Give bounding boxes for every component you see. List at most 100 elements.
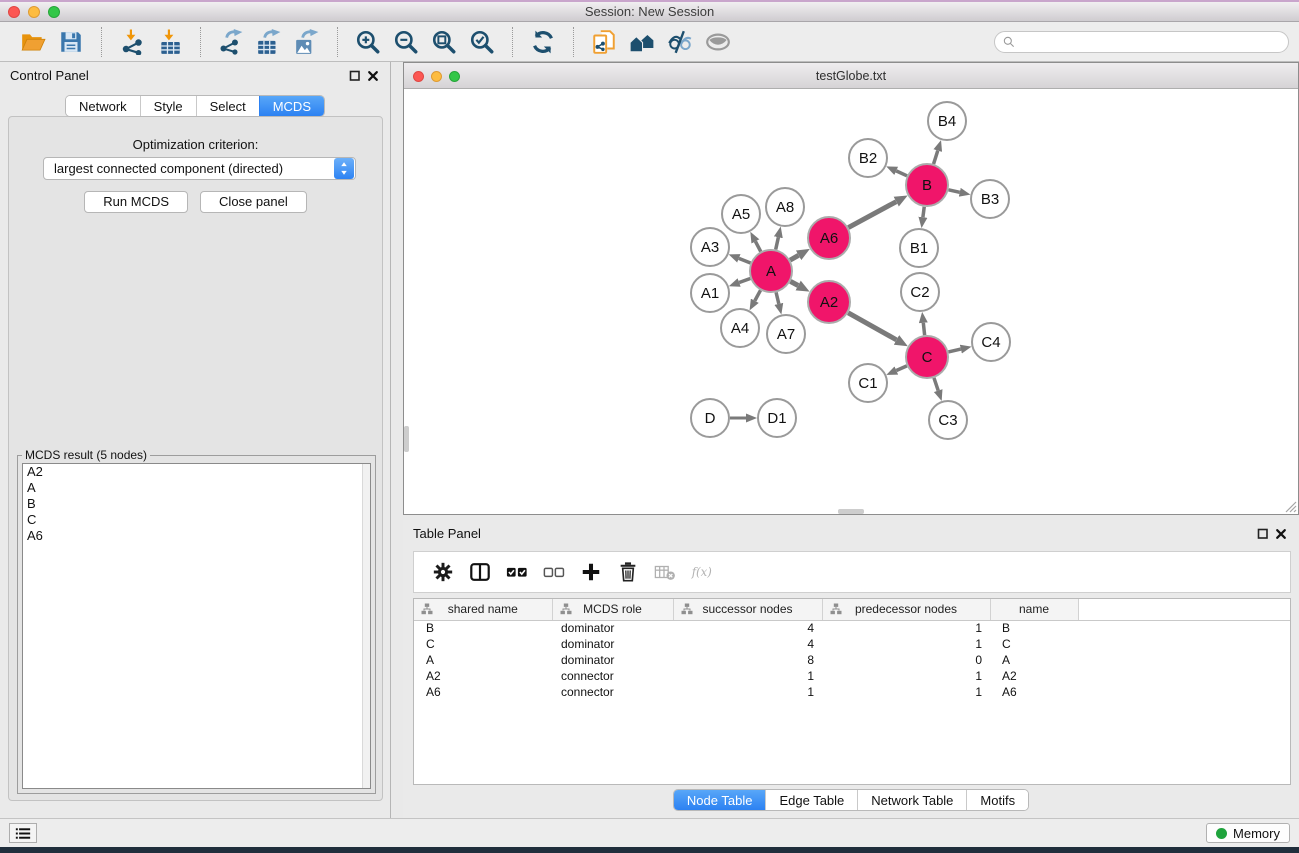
minimize-window-button[interactable] [28, 6, 40, 18]
graph-node-A[interactable]: A [750, 250, 792, 292]
horizontal-grab-handle[interactable] [838, 509, 864, 514]
graph-node-B4[interactable]: B4 [928, 102, 966, 140]
tab-edge-table[interactable]: Edge Table [765, 790, 857, 810]
export-image-button[interactable] [292, 27, 322, 57]
close-table-panel-icon[interactable] [1275, 527, 1287, 539]
tab-style[interactable]: Style [140, 96, 196, 116]
zoom-fit-button[interactable] [429, 27, 459, 57]
memory-button[interactable]: Memory [1206, 823, 1290, 843]
graph-node-B1[interactable]: B1 [900, 229, 938, 267]
check-all-button[interactable] [503, 558, 531, 586]
zoom-in-button[interactable] [353, 27, 383, 57]
graph-node-B[interactable]: B [906, 164, 948, 206]
table-row[interactable]: A2connector11A2 [414, 668, 1291, 684]
eye-button[interactable] [703, 27, 733, 57]
import-table-button[interactable] [155, 27, 185, 57]
maximize-window-button[interactable] [48, 6, 60, 18]
mcds-result-item[interactable]: B [23, 496, 370, 512]
hide-glasses-button[interactable] [665, 27, 695, 57]
plus-button[interactable] [577, 558, 605, 586]
graph-edge-B-B1[interactable] [923, 207, 924, 217]
graph-node-A6[interactable]: A6 [808, 217, 850, 259]
graph-edge-C-C4[interactable] [948, 349, 960, 352]
graph-node-A1[interactable]: A1 [691, 274, 729, 312]
split-view-button[interactable] [466, 558, 494, 586]
graph-node-A4[interactable]: A4 [721, 309, 759, 347]
table-row[interactable]: Cdominator41C [414, 636, 1291, 652]
column-header[interactable]: shared name [414, 599, 552, 620]
graph-edge-A-A2[interactable] [790, 281, 798, 285]
graph-edge-A-A5[interactable] [755, 241, 760, 251]
graph-node-C3[interactable]: C3 [929, 401, 967, 439]
search-input[interactable] [1016, 35, 1288, 49]
uncheck-all-button[interactable] [540, 558, 568, 586]
zoom-out-button[interactable] [391, 27, 421, 57]
column-header[interactable]: MCDS role [552, 599, 673, 620]
graph-edge-A-A3[interactable] [739, 258, 751, 263]
clone-network-button[interactable] [589, 27, 619, 57]
graph-edge-C-C1[interactable] [896, 366, 907, 371]
float-table-panel-icon[interactable] [1257, 527, 1269, 539]
graph-edge-C-C2[interactable] [923, 323, 924, 335]
graph-node-A2[interactable]: A2 [808, 281, 850, 323]
column-header[interactable]: successor nodes [673, 599, 822, 620]
table-row[interactable]: A6connector11A6 [414, 684, 1291, 700]
run-mcds-button[interactable]: Run MCDS [84, 191, 188, 213]
network-maximize-button[interactable] [449, 71, 460, 82]
network-close-button[interactable] [413, 71, 424, 82]
column-header[interactable]: predecessor nodes [822, 599, 990, 620]
tab-motifs[interactable]: Motifs [966, 790, 1028, 810]
tab-node-table[interactable]: Node Table [674, 790, 766, 810]
tab-network-table[interactable]: Network Table [857, 790, 966, 810]
graph-edge-B-B4[interactable] [934, 151, 938, 164]
home-button[interactable] [627, 27, 657, 57]
panel-splitter[interactable] [391, 62, 403, 818]
graph-node-C1[interactable]: C1 [849, 364, 887, 402]
graph-edge-A-A4[interactable] [755, 290, 761, 300]
graph-node-B2[interactable]: B2 [849, 139, 887, 177]
tab-mcds[interactable]: MCDS [259, 96, 324, 116]
graph-node-C[interactable]: C [906, 336, 948, 378]
network-window-titlebar[interactable]: testGlobe.txt [404, 63, 1298, 89]
graph-edge-A-A8[interactable] [776, 237, 779, 249]
graph-edge-B-B2[interactable] [896, 171, 907, 176]
table-row[interactable]: Adominator80A [414, 652, 1291, 668]
resize-grip-icon[interactable] [1283, 499, 1297, 513]
graph-node-D1[interactable]: D1 [758, 399, 796, 437]
graph-edge-A-A7[interactable] [776, 292, 779, 303]
network-minimize-button[interactable] [431, 71, 442, 82]
mcds-result-item[interactable]: A2 [23, 464, 370, 480]
mcds-result-item[interactable]: A6 [23, 528, 370, 544]
graph-node-A8[interactable]: A8 [766, 188, 804, 226]
graph-node-B3[interactable]: B3 [971, 180, 1009, 218]
graph-edge-A-A1[interactable] [739, 278, 750, 282]
close-panel-button[interactable]: Close panel [200, 191, 307, 213]
gear-button[interactable] [429, 558, 457, 586]
table-row[interactable]: Bdominator41B [414, 620, 1291, 636]
graph-edge-A6-B[interactable] [848, 202, 896, 228]
column-header[interactable]: name [990, 599, 1078, 620]
float-panel-icon[interactable] [349, 69, 361, 81]
task-history-button[interactable] [9, 823, 37, 843]
import-network-button[interactable] [117, 27, 147, 57]
network-canvas[interactable]: B4B2BB3A8A5A6A3B1AA1C2A2A4A7C4CC1C3DD1 [404, 89, 1298, 514]
mcds-result-item[interactable]: A [23, 480, 370, 496]
close-window-button[interactable] [8, 6, 20, 18]
refresh-button[interactable] [528, 27, 558, 57]
optimization-criterion-select[interactable]: largest connected component (directed) [43, 157, 356, 180]
graph-node-D[interactable]: D [691, 399, 729, 437]
export-network-button[interactable] [216, 27, 246, 57]
mcds-result-item[interactable]: C [23, 512, 370, 528]
graph-node-A5[interactable]: A5 [722, 195, 760, 233]
zoom-selected-button[interactable] [467, 27, 497, 57]
graph-node-A7[interactable]: A7 [767, 315, 805, 353]
tab-select[interactable]: Select [196, 96, 259, 116]
graph-node-C2[interactable]: C2 [901, 273, 939, 311]
vertical-grab-handle[interactable] [404, 426, 409, 452]
graph-edge-A-A6[interactable] [790, 255, 798, 260]
export-table-button[interactable] [254, 27, 284, 57]
graph-edge-B-B3[interactable] [948, 190, 959, 193]
trash-button[interactable] [614, 558, 642, 586]
graph-node-A3[interactable]: A3 [691, 228, 729, 266]
graph-edge-C-C3[interactable] [934, 378, 938, 391]
